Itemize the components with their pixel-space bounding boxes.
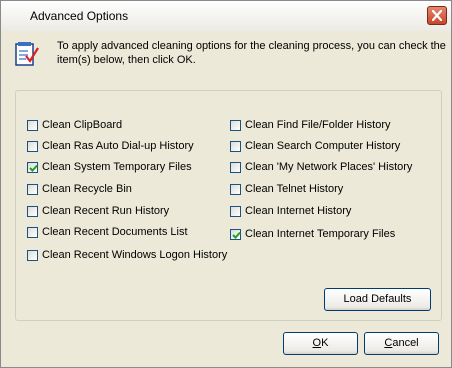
option-clean-system-temp-files[interactable]: Clean System Temporary Files: [27, 159, 192, 175]
checkmark-icon: [29, 164, 38, 172]
ok-button[interactable]: OK: [283, 332, 358, 355]
ok-access-key: O: [312, 337, 322, 349]
checkbox[interactable]: [230, 140, 241, 152]
option-label: Clean Internet History: [245, 205, 352, 217]
option-clean-internet-history[interactable]: Clean Internet History: [230, 203, 351, 219]
ok-label-rest: K: [321, 337, 329, 349]
cancel-label: Cancel: [384, 333, 418, 354]
option-label: Clean 'My Network Places' History: [245, 161, 413, 173]
option-clean-telnet-history[interactable]: Clean Telnet History: [230, 181, 343, 197]
checkbox[interactable]: [27, 205, 38, 217]
option-label: Clean Ras Auto Dial-up History: [42, 140, 194, 152]
option-clean-internet-temp-files[interactable]: Clean Internet Temporary Files: [230, 226, 395, 242]
option-clean-clipboard[interactable]: Clean ClipBoard: [27, 117, 122, 133]
checkbox[interactable]: [230, 161, 241, 173]
option-clean-recent-documents[interactable]: Clean Recent Documents List: [27, 224, 188, 240]
window-title: Advanced Options: [30, 9, 129, 23]
load-defaults-label: Load Defaults: [343, 293, 412, 305]
option-label: Clean Find File/Folder History: [245, 119, 391, 131]
option-clean-windows-logon-history[interactable]: Clean Recent Windows Logon History: [27, 247, 227, 263]
cancel-label-rest: ancel: [392, 337, 419, 349]
checkbox[interactable]: [230, 205, 241, 217]
option-label: Clean Telnet History: [245, 183, 344, 195]
checkbox[interactable]: [27, 226, 38, 238]
checkbox[interactable]: [27, 249, 38, 261]
checkbox[interactable]: [230, 183, 241, 195]
option-label: Clean ClipBoard: [42, 119, 123, 131]
ok-label: OK: [313, 333, 329, 354]
option-clean-recent-run-history[interactable]: Clean Recent Run History: [27, 203, 169, 219]
checkbox[interactable]: [27, 161, 38, 173]
option-label: Clean Recent Run History: [42, 205, 170, 217]
checklist-icon: [15, 42, 39, 66]
checkbox[interactable]: [230, 228, 241, 240]
checkmark-icon: [232, 231, 241, 239]
cancel-access-key: C: [384, 337, 393, 349]
option-label: Clean Internet Temporary Files: [245, 228, 396, 240]
option-label: Clean Recent Documents List: [42, 226, 188, 238]
checkbox[interactable]: [27, 183, 38, 195]
checkbox[interactable]: [27, 140, 38, 152]
option-label: Clean System Temporary Files: [42, 161, 192, 173]
option-clean-network-places-history[interactable]: Clean 'My Network Places' History: [230, 159, 412, 175]
intro-text: To apply advanced cleaning options for t…: [57, 40, 446, 66]
option-label: Clean Search Computer History: [245, 140, 401, 152]
checkbox[interactable]: [27, 119, 38, 131]
advanced-options-window: Advanced Options To apply advanced clean…: [0, 0, 452, 368]
option-clean-search-computer-history[interactable]: Clean Search Computer History: [230, 138, 400, 154]
option-clean-ras-autodial-history[interactable]: Clean Ras Auto Dial-up History: [27, 138, 194, 154]
option-clean-find-file-history[interactable]: Clean Find File/Folder History: [230, 117, 391, 133]
option-label: Clean Recycle Bin: [42, 183, 132, 195]
option-clean-recycle-bin[interactable]: Clean Recycle Bin: [27, 181, 132, 197]
option-label: Clean Recent Windows Logon History: [42, 249, 228, 261]
close-button[interactable]: [427, 6, 447, 25]
load-defaults-button[interactable]: Load Defaults: [324, 288, 431, 311]
title-bar[interactable]: Advanced Options: [1, 1, 451, 31]
cancel-button[interactable]: Cancel: [364, 332, 439, 355]
close-icon: [432, 10, 442, 21]
checkbox[interactable]: [230, 119, 241, 131]
